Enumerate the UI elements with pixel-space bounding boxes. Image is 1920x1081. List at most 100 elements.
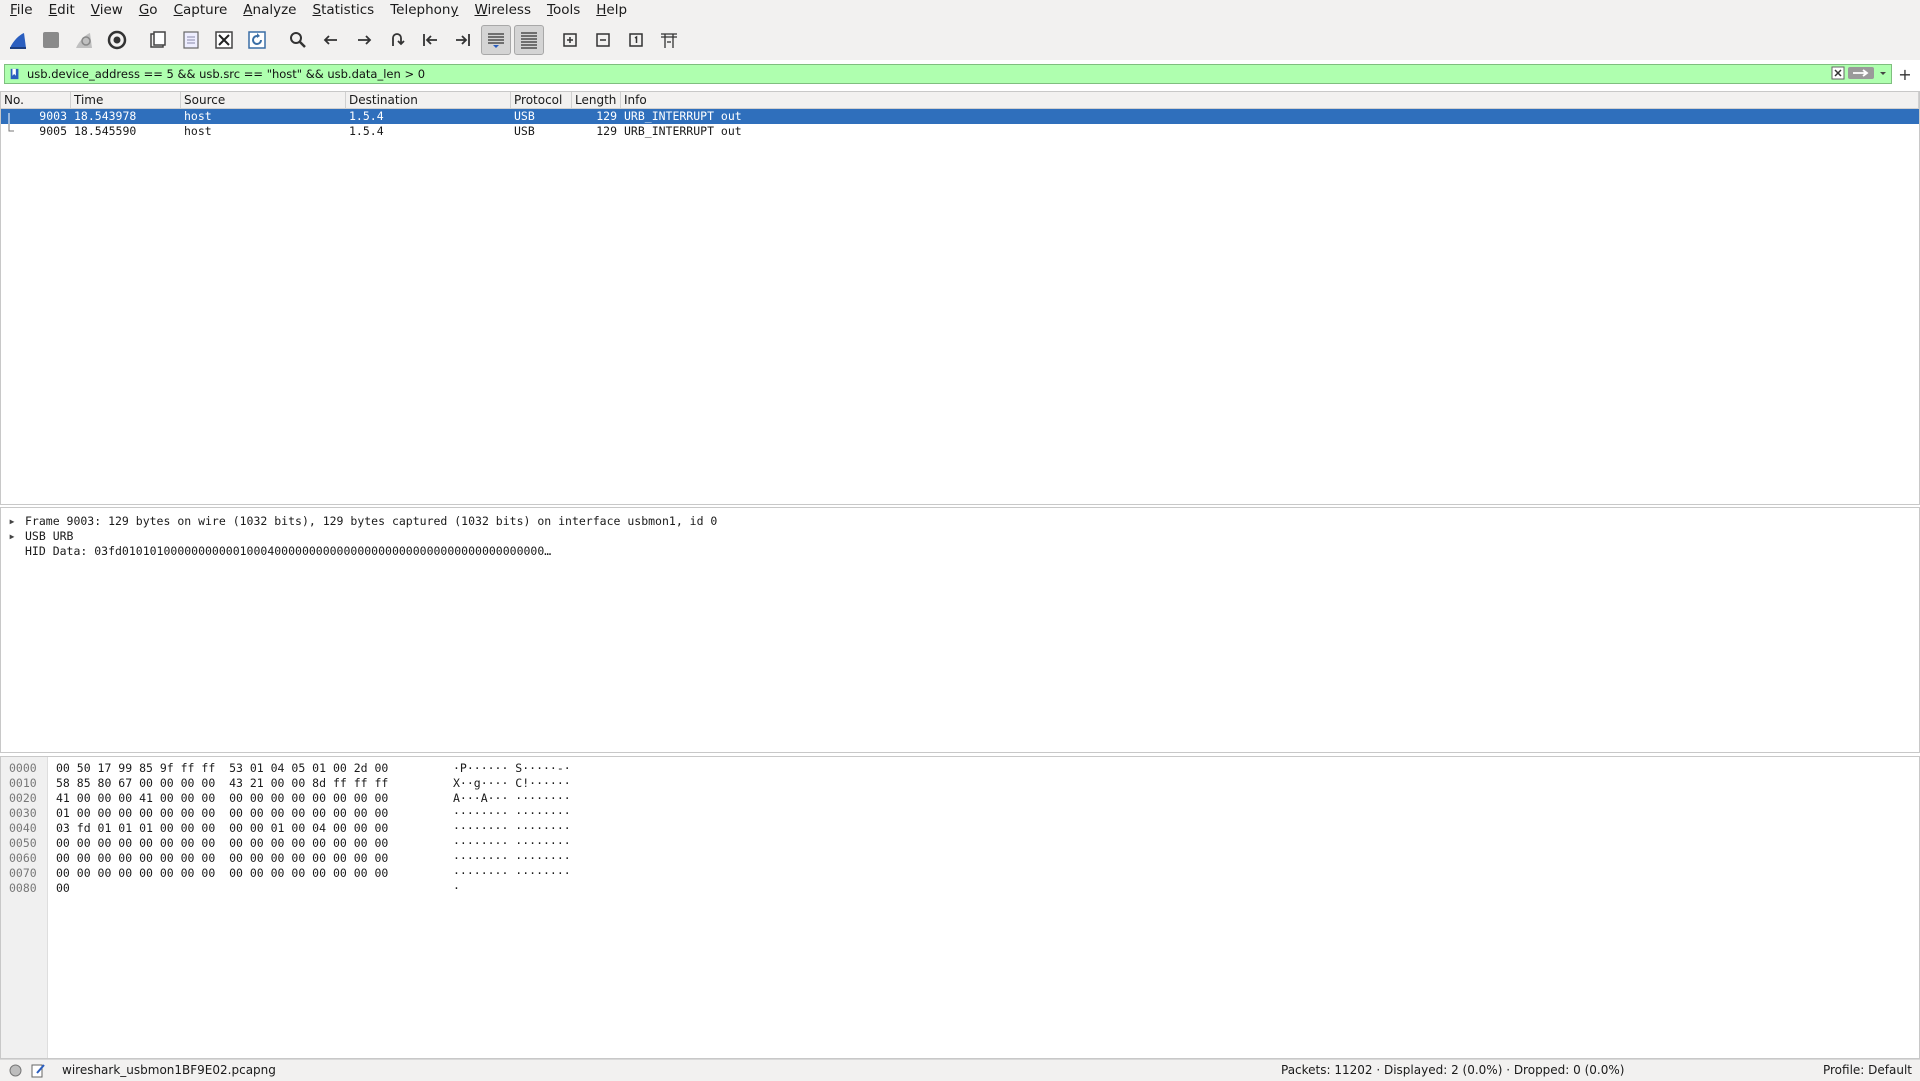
start-capture-button[interactable] [3, 25, 33, 55]
last-packet-icon [456, 34, 470, 46]
bytes-hex[interactable]: 00 50 17 99 85 9f ff ff 53 01 04 05 01 0… [56, 761, 388, 776]
menu-telephony[interactable]: Telephony [381, 0, 465, 20]
column-header-time[interactable]: Time [71, 92, 181, 108]
bytes-hex[interactable]: 01 00 00 00 00 00 00 00 00 00 00 00 00 0… [56, 806, 388, 821]
autoscroll-icon [488, 33, 504, 48]
restart-capture-button[interactable] [69, 25, 99, 55]
column-header-no[interactable]: No. [1, 92, 71, 108]
reload-file-button[interactable] [242, 25, 272, 55]
bytes-ascii[interactable]: · [453, 881, 460, 896]
menu-view[interactable]: View [82, 0, 130, 20]
first-packet-icon [423, 34, 437, 46]
zoom-out-button[interactable] [588, 25, 618, 55]
cell-destination: 1.5.4 [349, 124, 384, 138]
previous-packet-button[interactable] [316, 25, 346, 55]
menu-analyze[interactable]: Analyze [234, 0, 303, 20]
arrow-right-icon [358, 35, 372, 45]
stop-capture-button[interactable] [36, 25, 66, 55]
column-header-source[interactable]: Source [181, 92, 346, 108]
find-packet-button[interactable] [283, 25, 313, 55]
cell-source: host [184, 109, 212, 123]
packet-list-pane: No. Time Source Destination Protocol Len… [0, 91, 1920, 505]
resize-columns-icon [661, 33, 677, 48]
column-header-info[interactable]: Info [621, 92, 1919, 108]
bytes-offset: 0010 [9, 776, 37, 790]
apply-filter-icon[interactable] [1848, 66, 1874, 80]
bytes-hex[interactable]: 41 00 00 00 41 00 00 00 00 00 00 00 00 0… [56, 791, 388, 806]
bytes-hex[interactable]: 58 85 80 67 00 00 00 00 43 21 00 00 8d f… [56, 776, 388, 791]
shark-fin-icon [10, 33, 26, 49]
bytes-hex[interactable]: 00 00 00 00 00 00 00 00 00 00 00 00 00 0… [56, 866, 388, 881]
colorize-button[interactable] [514, 25, 544, 55]
bytes-ascii[interactable]: ········ ········ [453, 806, 571, 821]
clear-filter-icon[interactable] [1831, 66, 1845, 80]
bytes-row: 0000 00 50 17 99 85 9f ff ff 53 01 04 05 … [1, 761, 1919, 776]
tree-item-label: Frame 9003: 129 bytes on wire (1032 bits… [25, 514, 718, 528]
resize-columns-button[interactable] [654, 25, 684, 55]
column-header-protocol[interactable]: Protocol [511, 92, 572, 108]
menu-tools[interactable]: Tools [538, 0, 587, 20]
open-file-icon [150, 31, 166, 48]
bytes-hex[interactable]: 00 00 00 00 00 00 00 00 00 00 00 00 00 0… [56, 836, 388, 851]
bytes-ascii[interactable]: ·P······ S·····-· [453, 761, 571, 776]
packet-row[interactable]: 9005 18.545590 host 1.5.4 USB 129 URB_IN… [1, 124, 1919, 139]
menu-capture[interactable]: Capture [165, 0, 235, 20]
menu-go[interactable]: Go [130, 0, 165, 20]
menu-wireless[interactable]: Wireless [465, 0, 538, 20]
expand-arrow-icon[interactable]: ▶ [7, 529, 17, 544]
status-profile[interactable]: Profile: Default [1823, 1060, 1912, 1081]
menu-edit[interactable]: Edit [40, 0, 82, 20]
bytes-ascii[interactable]: ········ ········ [453, 821, 571, 836]
autoscroll-button[interactable] [481, 25, 511, 55]
filter-text[interactable]: usb.device_address == 5 && usb.src == "h… [27, 67, 425, 81]
filter-history-dropdown-icon[interactable] [1877, 66, 1889, 80]
last-packet-button[interactable] [448, 25, 478, 55]
display-filter-bar: usb.device_address == 5 && usb.src == "h… [4, 64, 1914, 84]
normal-size-icon [629, 33, 643, 47]
bytes-ascii[interactable]: A···A··· ········ [453, 791, 571, 806]
bytes-row: 0050 00 00 00 00 00 00 00 00 00 00 00 00 … [1, 836, 1919, 851]
close-file-button[interactable] [209, 25, 239, 55]
bookmark-icon[interactable] [8, 67, 22, 81]
zoom-out-icon [596, 33, 610, 47]
next-packet-button[interactable] [349, 25, 379, 55]
zoom-in-button[interactable] [555, 25, 585, 55]
tree-item-label: HID Data: 03fd01010100000000000100040000… [25, 544, 552, 558]
menu-file[interactable]: File [0, 0, 40, 20]
bytes-row: 0080 00 · [1, 881, 1919, 896]
bytes-ascii[interactable]: ········ ········ [453, 866, 571, 881]
bytes-row: 0020 41 00 00 00 41 00 00 00 00 00 00 00 … [1, 791, 1919, 806]
packet-row[interactable]: 9003 18.543978 host 1.5.4 USB 129 URB_IN… [1, 109, 1919, 124]
bytes-hex[interactable]: 00 [56, 881, 70, 896]
bytes-hex[interactable]: 03 fd 01 01 01 00 00 00 00 00 01 00 04 0… [56, 821, 388, 836]
normal-size-button[interactable] [621, 25, 651, 55]
menu-statistics[interactable]: Statistics [303, 0, 381, 20]
bytes-hex[interactable]: 00 00 00 00 00 00 00 00 00 00 00 00 00 0… [56, 851, 388, 866]
bytes-offset: 0020 [9, 791, 37, 805]
expert-info-icon[interactable] [9, 1064, 22, 1077]
column-header-destination[interactable]: Destination [346, 92, 511, 108]
search-icon [290, 32, 306, 48]
tree-item-hid-data[interactable]: HID Data: 03fd01010100000000000100040000… [1, 544, 1919, 559]
capture-options-button[interactable] [102, 25, 132, 55]
bytes-ascii[interactable]: X··g···· C!······ [453, 776, 571, 791]
add-filter-button[interactable]: + [1896, 65, 1914, 84]
tree-item-frame[interactable]: ▶ Frame 9003: 129 bytes on wire (1032 bi… [1, 514, 1919, 529]
bytes-ascii[interactable]: ········ ········ [453, 836, 571, 851]
capture-comment-icon[interactable] [31, 1063, 46, 1078]
close-file-icon [215, 31, 233, 49]
tree-item-usb-urb[interactable]: ▶ USB URB [1, 529, 1919, 544]
go-to-packet-button[interactable] [382, 25, 412, 55]
menu-bar: File Edit View Go Capture Analyze Statistics Te… [0, 0, 1920, 20]
menu-help[interactable]: Help [587, 0, 634, 20]
main-toolbar [0, 20, 1920, 60]
bytes-ascii[interactable]: ········ ········ [453, 851, 571, 866]
column-header-length[interactable]: Length [572, 92, 621, 108]
bytes-offset: 0070 [9, 866, 37, 880]
expand-arrow-icon[interactable]: ▶ [7, 514, 17, 529]
first-packet-button[interactable] [415, 25, 445, 55]
save-file-button[interactable] [176, 25, 206, 55]
open-file-button[interactable] [143, 25, 173, 55]
save-file-icon [183, 31, 199, 49]
display-filter-input[interactable]: usb.device_address == 5 && usb.src == "h… [4, 64, 1892, 84]
